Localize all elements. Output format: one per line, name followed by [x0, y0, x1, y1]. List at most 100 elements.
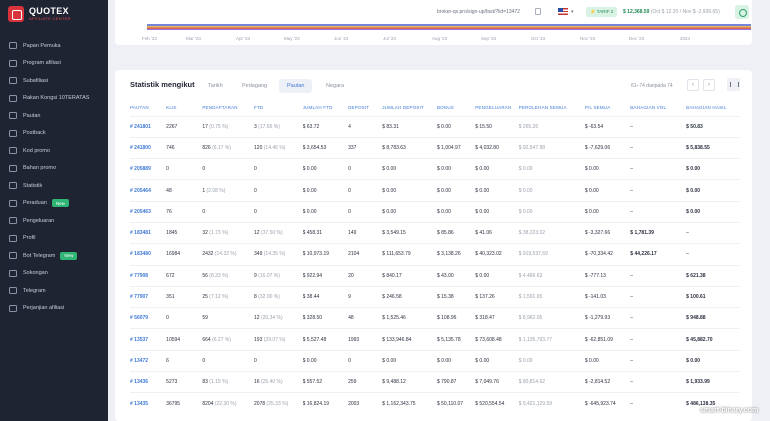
prev-page-button[interactable]: ‹: [687, 79, 699, 91]
sidebar-item-label: Postback: [23, 130, 46, 137]
link-id[interactable]: # 77908: [130, 264, 167, 287]
link-id[interactable]: # 241800: [130, 136, 167, 159]
tab-negara[interactable]: Negara: [318, 79, 352, 93]
link-id[interactable]: # 205889: [130, 158, 167, 180]
table-row: # 205464 48 1 (2.08 %) 0 $ 0.00 0 $ 0.00 $ 0.00…: [130, 179, 740, 202]
percentage-label: (8.33 %): [207, 272, 229, 279]
table-cell: 0: [254, 349, 303, 372]
sidebar-item-label: Profil: [23, 235, 36, 242]
table-cell: 9 (16.07 %): [254, 264, 303, 287]
table-cell: 349 (14.35 %): [254, 243, 303, 266]
column-header[interactable]: FTD: [254, 100, 303, 116]
sidebar-item-subafiliasi[interactable]: Subafiliasi: [0, 72, 108, 90]
columns-settings-icon[interactable]: [727, 78, 740, 91]
link-id[interactable]: # 183480: [130, 243, 167, 266]
tab-pedagang[interactable]: Pedagang: [234, 79, 275, 93]
chevron-down-icon[interactable]: ▾: [571, 9, 574, 15]
tab-tarikh[interactable]: Tarikh: [200, 79, 231, 93]
link-id[interactable]: # 13537: [130, 328, 167, 351]
sidebar-item-telegram[interactable]: Telegram: [0, 282, 108, 300]
column-header[interactable]: BAHAGIAN HASIL: [686, 100, 740, 116]
link-id[interactable]: # 13435: [130, 392, 167, 415]
column-header[interactable]: BAHAGIAN VOL: [630, 100, 686, 116]
sidebar-item-label: Kod promo: [23, 147, 50, 154]
tab-pautan[interactable]: Pautan: [279, 79, 313, 93]
table-cell: –: [630, 285, 687, 308]
table-cell: $ 318.47: [475, 307, 519, 329]
table-cell: $ 133,946.84: [382, 328, 437, 351]
column-header[interactable]: KLIK: [166, 100, 202, 116]
table-cell: $ 4,466.63: [518, 264, 585, 287]
column-header[interactable]: JUMLAH FTD: [303, 100, 348, 116]
sidebar-item-sokongan[interactable]: Sokongan: [0, 265, 108, 283]
sidebar-item-perjanjian-afiliasi[interactable]: Perjanjian afiliasi: [0, 300, 108, 318]
table-cell: 76: [166, 200, 203, 223]
copy-icon[interactable]: [535, 8, 541, 15]
sidebar-item-pautan[interactable]: Pautan: [0, 107, 108, 125]
table-row: # 241801 2267 17 (0.75 %) 3 (17.65 %) $ 63.7…: [130, 115, 740, 138]
table-cell: $ 0.00: [436, 115, 476, 138]
brand-subtitle: AFFILIATE CENTER: [29, 16, 71, 21]
table-cell: $ 15.50: [475, 115, 519, 138]
percentage-label: (1.15 %): [207, 379, 229, 386]
table-cell: $ 0.00: [686, 200, 740, 223]
table-cell: $ 137.26: [475, 285, 519, 308]
column-header[interactable]: PENDAFTARAN: [202, 100, 254, 116]
link-id[interactable]: # 183481: [130, 221, 167, 244]
sidebar-item-postback[interactable]: Postback: [0, 125, 108, 143]
column-header[interactable]: DEPOSIT: [348, 100, 382, 116]
brand-logo[interactable]: QUOTEX AFFILIATE CENTER: [0, 0, 108, 28]
column-header[interactable]: PEROLEHAN SEMUA: [519, 100, 585, 116]
table-cell: $ 3,549.15: [382, 221, 437, 244]
trophy-icon: [9, 199, 17, 207]
balance-value: $ 12,368.59: [623, 9, 650, 15]
link-id[interactable]: # 77907: [130, 285, 167, 308]
sidebar-item-program-afiliasi[interactable]: Program afiliasi: [0, 55, 108, 73]
table-row: # 205889 0 0 0 $ 0.00 0 $ 0.00 $ 0.00 $ 0.00 $ 0.…: [130, 158, 740, 180]
table-cell: –: [686, 221, 740, 244]
column-header[interactable]: PENGELUARAN: [475, 100, 518, 116]
link-id[interactable]: # 241801: [130, 115, 167, 138]
sidebar-item-bahan-promo[interactable]: Bahan promo: [0, 160, 108, 178]
table-cell: $ 1,525.46: [382, 307, 437, 329]
referral-url[interactable]: broker-qx.pro/sign-up/fast/?lid=13472: [437, 9, 520, 15]
link-id[interactable]: # 13436: [130, 371, 167, 393]
sidebar-item-papan-pemuka[interactable]: Papan Pemuka: [0, 37, 108, 55]
us-flag-icon[interactable]: [558, 8, 568, 15]
profile-icon[interactable]: [735, 5, 749, 19]
table-cell: $ 328.50: [302, 307, 349, 329]
table-cell: $ 0.00: [382, 200, 437, 223]
table-cell: $ 63.72: [302, 115, 349, 138]
table-cell: $ 0.00: [686, 349, 740, 372]
sidebar-item-profil[interactable]: Profil: [0, 230, 108, 248]
sidebar-item-label: Bahan promo: [23, 165, 57, 172]
table-cell: $ 0.00: [686, 179, 740, 202]
users-icon: [9, 77, 17, 85]
table-cell: $ 265.26: [518, 115, 585, 138]
table-cell: $ 0.00: [686, 158, 740, 180]
table-cell: $ 5,135.78: [436, 328, 476, 351]
table-cell: $ 948.88: [686, 307, 740, 329]
column-header[interactable]: PAUTAN: [130, 100, 166, 116]
sidebar-item-bot-telegram[interactable]: Bot Telegram New: [0, 247, 108, 265]
table-cell: $ 246.58: [382, 285, 437, 308]
sidebar-item-rakan-kongsi-10teratas[interactable]: Rakan Kongsi 10TERATAS: [0, 90, 108, 108]
sidebar-item-statistik[interactable]: Statistik: [0, 177, 108, 195]
table-cell: $ 458.31: [302, 221, 349, 244]
column-header[interactable]: P/L SEMUA: [585, 100, 630, 116]
sidebar-item-pengeluaran[interactable]: Pengeluaran: [0, 212, 108, 230]
column-header[interactable]: BONUS: [437, 100, 475, 116]
table-cell: $ 0.00: [584, 349, 631, 372]
table-cell: 0: [348, 158, 383, 180]
link-id[interactable]: # 205463: [130, 200, 167, 223]
column-header[interactable]: JUMLAH DEPOSIT: [382, 100, 437, 116]
chart-month-label: Jul '23: [383, 36, 396, 41]
next-page-button[interactable]: ›: [703, 79, 715, 91]
stats-icon: [9, 182, 17, 190]
sidebar-item-kod-promo[interactable]: Kod promo: [0, 142, 108, 160]
sidebar-item-peraduan[interactable]: Peraduan New: [0, 195, 108, 213]
link-id[interactable]: # 13472: [130, 349, 167, 372]
link-id[interactable]: # 56079: [130, 307, 167, 329]
chart-month-label: Feb '23: [142, 36, 157, 41]
link-id[interactable]: # 205464: [130, 179, 167, 202]
